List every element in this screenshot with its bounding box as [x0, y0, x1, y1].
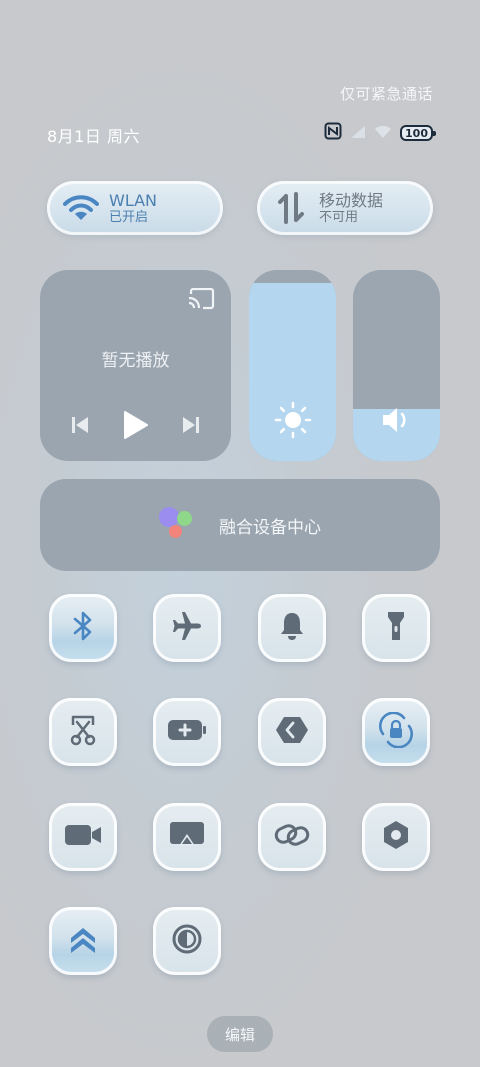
bluetooth-toggle[interactable]: [49, 594, 117, 662]
hotspot-toggle[interactable]: [258, 803, 326, 871]
airplane-mode-toggle[interactable]: [153, 594, 221, 662]
share-icon: [275, 715, 309, 749]
video-camera-icon: [64, 823, 102, 851]
previous-track-icon[interactable]: [69, 414, 91, 440]
status-icons: 100: [324, 122, 436, 144]
share-toggle[interactable]: [258, 698, 326, 766]
fusion-label: 融合设备中心: [219, 517, 321, 538]
wireless-projection-toggle[interactable]: [153, 803, 221, 871]
battery-icon: 100: [400, 125, 436, 141]
sun-icon: [249, 400, 336, 440]
battery-plus-icon: [167, 718, 207, 746]
mobile-data-toggle[interactable]: 移动数据 不可用: [257, 181, 433, 235]
data-arrows-icon: [269, 192, 313, 224]
emergency-call-only-text: 仅可紧急通话: [339, 85, 433, 103]
edit-button[interactable]: 编辑: [207, 1016, 273, 1052]
hexagon-icon: [381, 819, 411, 855]
fusion-device-center[interactable]: 融合设备中心: [40, 479, 440, 571]
wifi-icon: [374, 124, 392, 143]
play-icon[interactable]: [121, 410, 149, 444]
speaker-icon: [353, 405, 440, 435]
battery-saver-toggle[interactable]: [153, 698, 221, 766]
date-text: 8月1日 周六: [47, 127, 140, 146]
next-track-icon[interactable]: [180, 414, 202, 440]
cast-icon[interactable]: [187, 287, 215, 314]
auto-rotate-toggle[interactable]: [362, 698, 430, 766]
rotation-lock-icon: [378, 711, 414, 752]
fusion-dots-icon: [159, 507, 201, 543]
nfc-toggle[interactable]: [362, 803, 430, 871]
bluetooth-icon: [71, 610, 95, 646]
cast-screen-icon: [169, 820, 205, 854]
screenshot-toggle[interactable]: [49, 698, 117, 766]
airplane-icon: [170, 610, 204, 646]
contrast-icon: [171, 923, 203, 959]
screen-record-toggle[interactable]: [49, 803, 117, 871]
eye-comfort-toggle[interactable]: [153, 907, 221, 975]
wlan-title: WLAN: [109, 190, 158, 210]
link-icon: [274, 821, 310, 853]
performance-mode-toggle[interactable]: [49, 907, 117, 975]
mobile-data-title: 移动数据: [319, 190, 384, 210]
wlan-status: 已开启: [109, 209, 149, 225]
mobile-data-status: 不可用: [319, 209, 359, 225]
volume-slider[interactable]: [353, 270, 440, 461]
ring-mode-toggle[interactable]: [258, 594, 326, 662]
double-chevron-up-icon: [68, 924, 98, 958]
flashlight-toggle[interactable]: [362, 594, 430, 662]
media-empty-text: 暂无播放: [101, 351, 170, 371]
scissors-icon: [66, 713, 100, 751]
brightness-slider[interactable]: [249, 270, 336, 461]
media-player-card[interactable]: 暂无播放: [40, 270, 231, 461]
signal-icon: [350, 124, 366, 143]
wlan-toggle[interactable]: WLAN 已开启: [47, 181, 223, 235]
wifi-icon: [59, 194, 103, 222]
nfc-icon: [324, 122, 342, 144]
flashlight-icon: [385, 609, 407, 647]
bell-icon: [277, 610, 307, 646]
